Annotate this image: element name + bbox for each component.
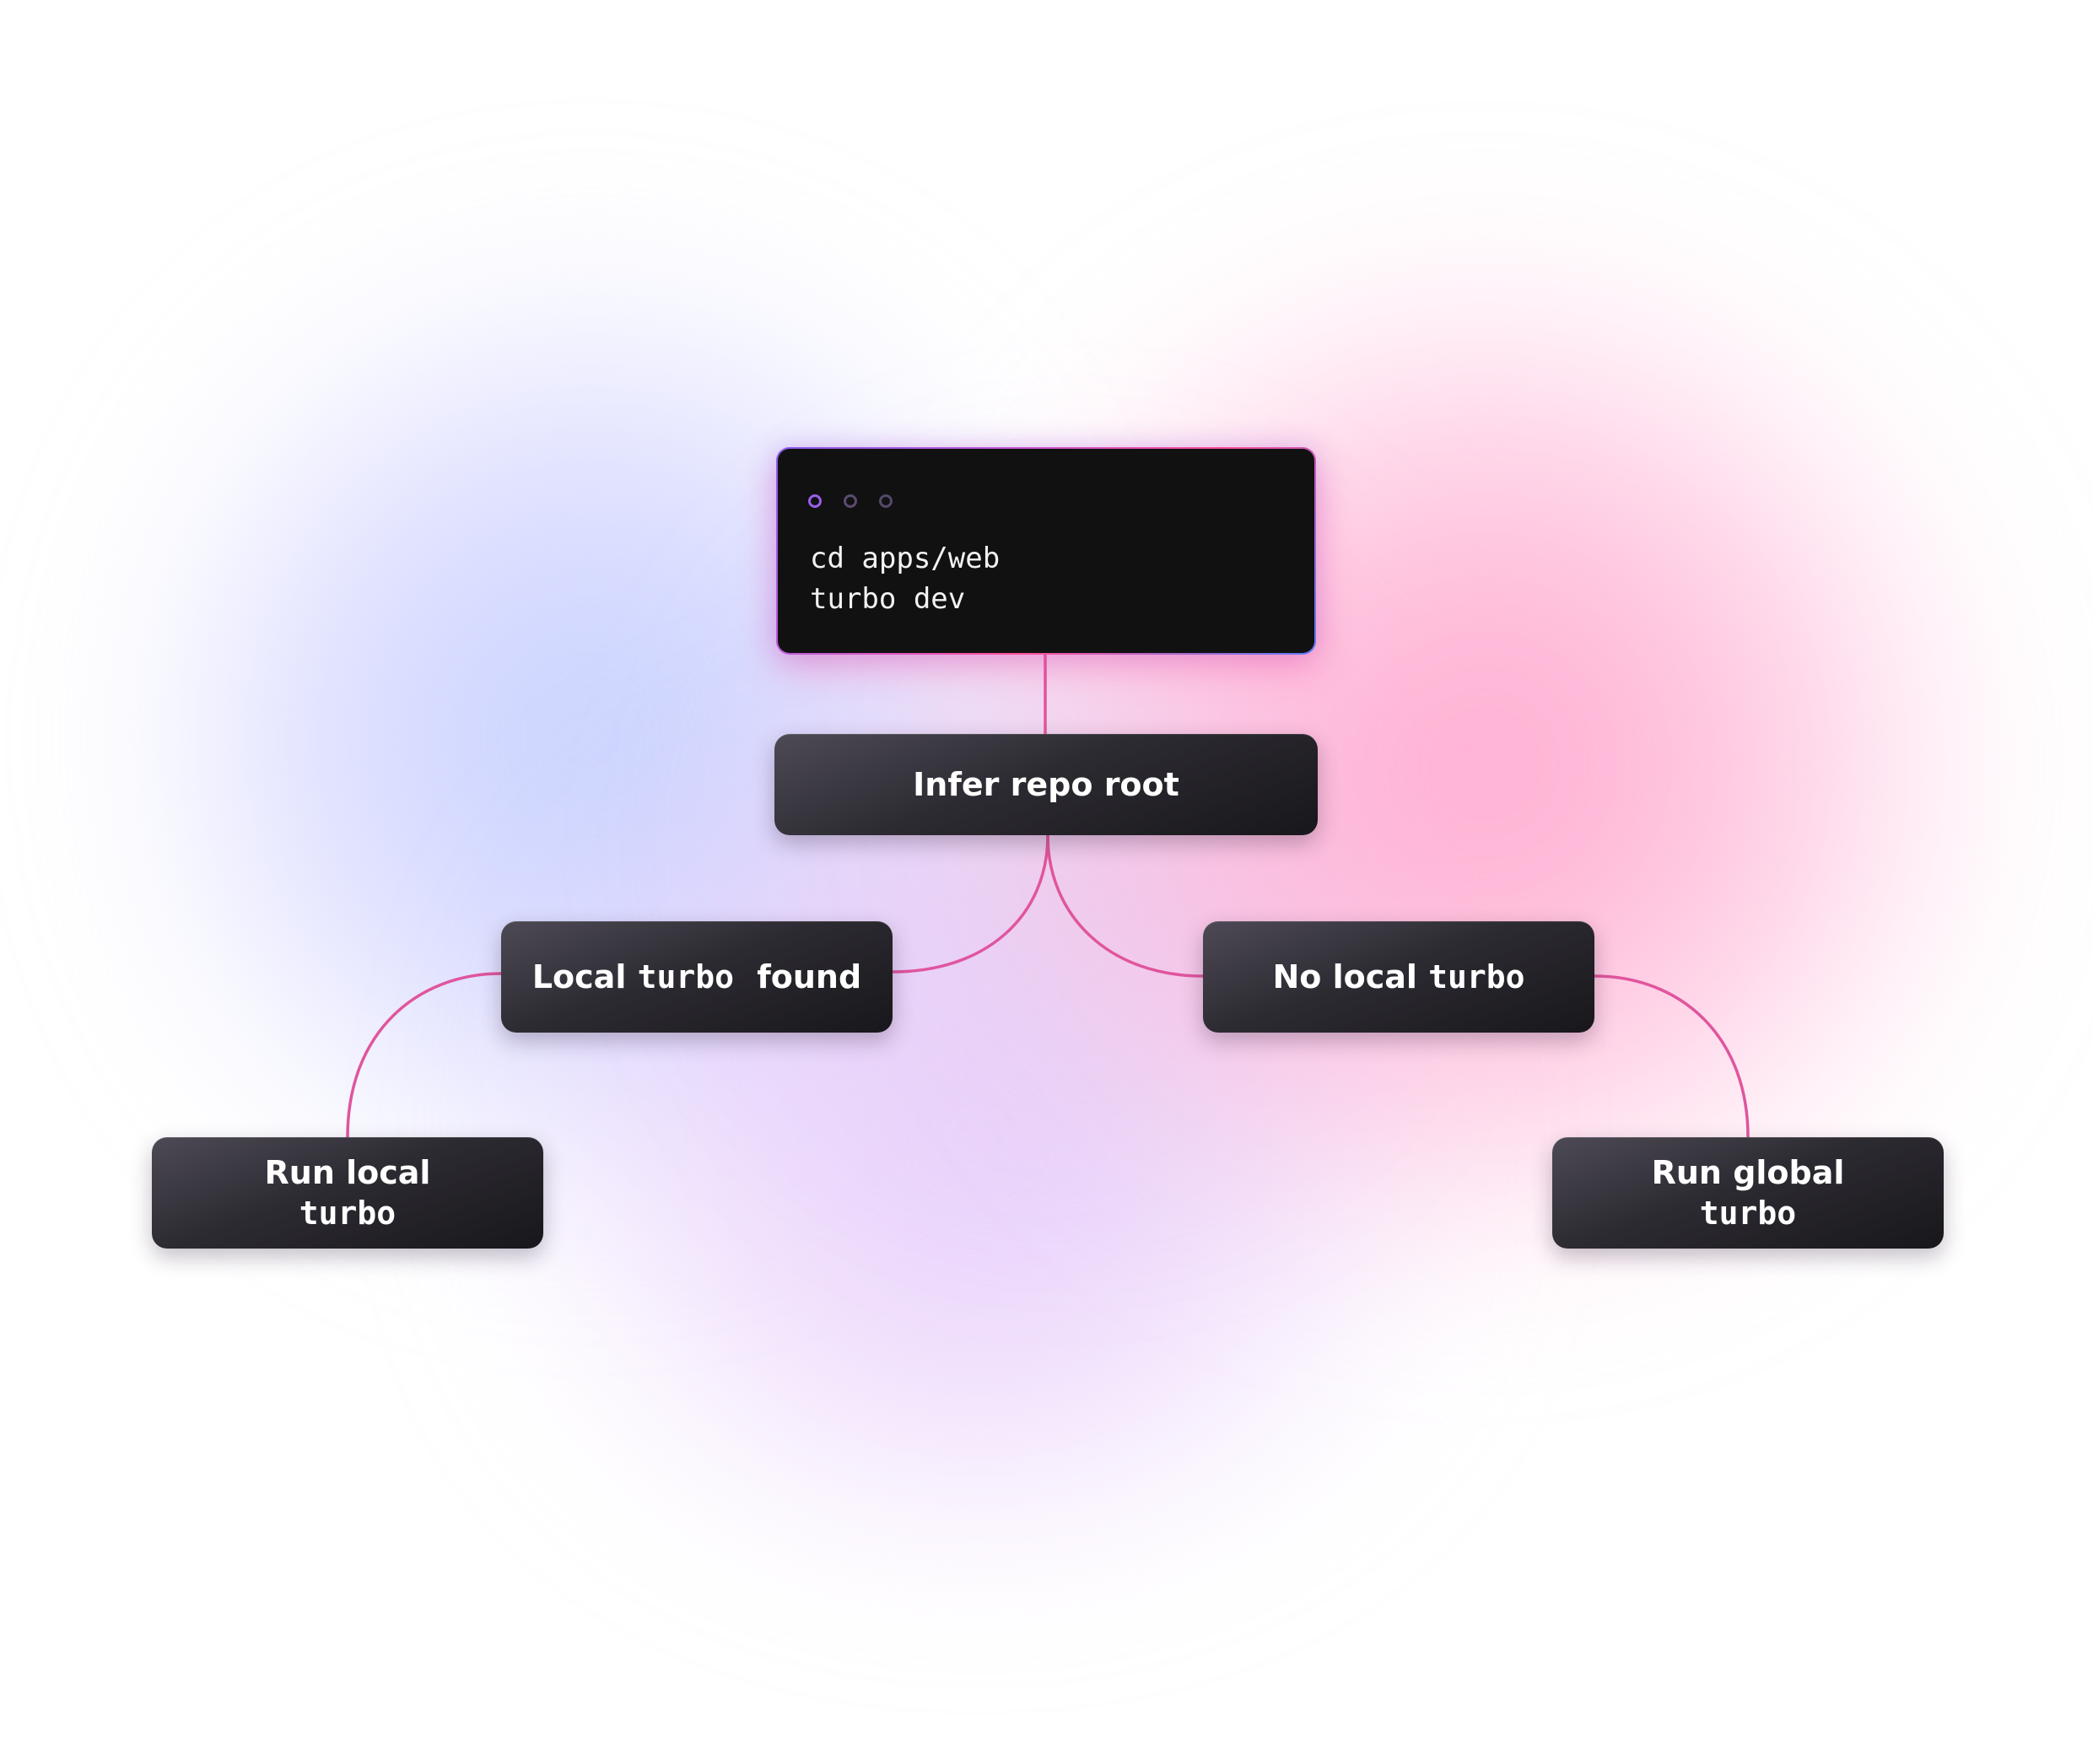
node-label-text: found — [757, 958, 862, 995]
terminal-window: cd apps/web turbo dev — [776, 447, 1316, 655]
node-label: Infer repo root — [913, 766, 1179, 803]
connector-infer-to-local-found — [892, 834, 1049, 974]
node-label-text: Run local — [264, 1154, 431, 1191]
node-run-global-turbo: Run global turbo — [1552, 1137, 1944, 1249]
node-label-text: Local — [531, 958, 627, 995]
connector-lines — [346, 655, 1750, 1138]
terminal-line: turbo dev — [810, 582, 966, 616]
node-label-code: turbo — [637, 958, 734, 995]
connector-local-found-to-run-local — [346, 972, 502, 1138]
window-controls — [808, 494, 914, 508]
node-run-local-turbo: Run local turbo — [152, 1137, 543, 1249]
diagram-canvas: cd apps/web turbo dev Infer repo root Loc… — [0, 0, 2093, 1764]
node-label-code: turbo — [1428, 958, 1525, 995]
node-no-local-turbo: No local turbo — [1203, 921, 1594, 1033]
connector-infer-to-no-local — [1046, 834, 1204, 978]
node-label: Local turbo found — [532, 957, 861, 997]
node-label: No local turbo — [1272, 957, 1524, 997]
circle-icon — [808, 494, 822, 508]
node-infer-repo-root: Infer repo root — [774, 734, 1318, 835]
node-local-turbo-found: Local turbo found — [501, 921, 893, 1033]
connector-no-local-to-run-global — [1594, 974, 1750, 1138]
terminal-line: cd apps/web — [810, 542, 1001, 575]
circle-icon — [879, 494, 893, 508]
node-label-code: turbo — [1699, 1195, 1797, 1232]
circle-icon — [844, 494, 857, 508]
node-label-text: No local — [1272, 958, 1417, 995]
terminal-code: cd apps/web turbo dev — [810, 538, 1000, 619]
node-label-code: turbo — [299, 1195, 396, 1232]
node-label-text: Run global — [1651, 1154, 1845, 1191]
